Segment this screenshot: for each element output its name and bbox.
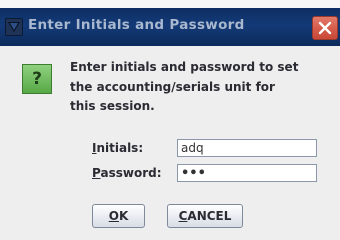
cancel-label-text: ANCEL	[187, 209, 232, 223]
cancel-button[interactable]: CANCEL	[167, 204, 243, 228]
question-icon: ?	[22, 64, 52, 94]
dialog-message: Enter initials and password to set the a…	[70, 58, 336, 117]
dialog-window: Enter Initials and Password ? Enter init…	[0, 8, 340, 240]
initials-field[interactable]: adq	[177, 139, 317, 157]
ok-mnemonic: O	[108, 209, 119, 223]
password-label: Password:	[92, 166, 162, 180]
message-line: the accounting/serials unit for	[70, 79, 275, 94]
close-button[interactable]	[312, 16, 338, 40]
top-strip	[0, 0, 340, 8]
password-label-text: assword:	[100, 166, 162, 180]
message-line: Enter initials and password to set	[70, 60, 299, 74]
message-line: this session.	[70, 99, 155, 113]
password-field[interactable]: •••	[177, 164, 317, 182]
initials-label: Initials:	[92, 141, 143, 155]
window-icon	[5, 18, 23, 36]
title-bar[interactable]: Enter Initials and Password	[0, 8, 340, 46]
password-mask: •••	[181, 166, 206, 181]
ok-label-text: K	[118, 209, 129, 223]
ok-button[interactable]: OK	[92, 204, 145, 228]
close-icon	[318, 21, 332, 35]
initials-value: adq	[181, 141, 204, 155]
dialog-title: Enter Initials and Password	[28, 17, 245, 33]
initials-label-text: nitials:	[96, 141, 144, 155]
